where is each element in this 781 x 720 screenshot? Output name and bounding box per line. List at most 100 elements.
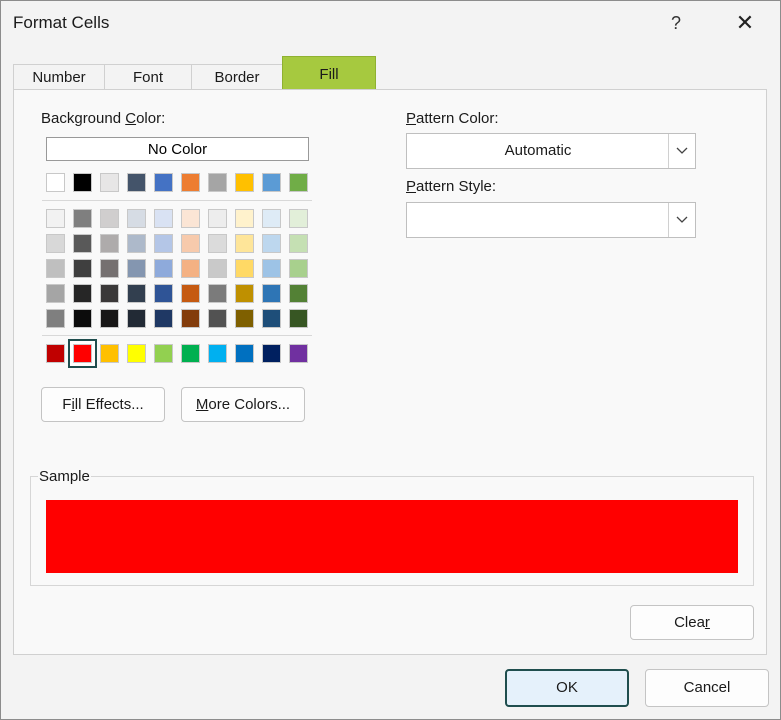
theme-shade-swatch[interactable] <box>181 209 200 228</box>
theme-color-swatch[interactable] <box>73 173 92 192</box>
theme-color-swatch[interactable] <box>208 173 227 192</box>
theme-shade-swatch[interactable] <box>127 284 146 303</box>
ok-button[interactable]: OK <box>505 669 629 707</box>
background-color-label: Background Color: <box>41 110 165 127</box>
theme-shade-swatch[interactable] <box>100 259 119 278</box>
sample-label: Sample <box>38 468 91 485</box>
theme-shade-swatch[interactable] <box>46 234 65 253</box>
theme-shade-swatch[interactable] <box>262 259 281 278</box>
standard-color-swatch[interactable] <box>181 344 200 363</box>
theme-shade-swatch[interactable] <box>181 309 200 328</box>
theme-shade-swatch[interactable] <box>100 309 119 328</box>
theme-color-swatch[interactable] <box>262 173 281 192</box>
format-cells-dialog: Format Cells ? ✕ Number Font Border Fill… <box>0 0 781 720</box>
theme-color-swatch[interactable] <box>289 173 308 192</box>
theme-shade-swatch[interactable] <box>235 259 254 278</box>
theme-shade-swatch[interactable] <box>289 234 308 253</box>
help-button[interactable]: ? <box>659 7 693 39</box>
theme-shade-swatch[interactable] <box>100 209 119 228</box>
pattern-color-dropdown[interactable]: Automatic <box>406 133 696 169</box>
theme-shade-swatch[interactable] <box>235 209 254 228</box>
pattern-color-value: Automatic <box>504 142 572 159</box>
standard-color-swatch[interactable] <box>235 344 254 363</box>
theme-color-swatch[interactable] <box>100 173 119 192</box>
theme-shade-swatch[interactable] <box>262 309 281 328</box>
theme-shade-swatch[interactable] <box>100 284 119 303</box>
theme-shade-swatch[interactable] <box>154 209 173 228</box>
theme-shade-swatch[interactable] <box>154 284 173 303</box>
theme-shade-swatch[interactable] <box>235 284 254 303</box>
theme-shade-swatch[interactable] <box>127 259 146 278</box>
theme-shade-swatch[interactable] <box>262 234 281 253</box>
theme-shade-swatch[interactable] <box>289 284 308 303</box>
background-color-label-post: olor: <box>136 110 166 127</box>
theme-shade-swatch[interactable] <box>289 209 308 228</box>
theme-shade-swatch[interactable] <box>154 309 173 328</box>
clear-label-mnemonic: r <box>704 614 710 631</box>
theme-shade-swatch[interactable] <box>73 234 92 253</box>
standard-color-swatch[interactable] <box>208 344 227 363</box>
more-colors-mnemonic: M <box>195 396 209 413</box>
theme-shade-swatch[interactable] <box>235 309 254 328</box>
pattern-style-dropdown[interactable] <box>406 202 696 238</box>
theme-shade-swatch[interactable] <box>181 259 200 278</box>
fill-effects-button[interactable]: Fill Effects... <box>41 387 165 422</box>
tab-number[interactable]: Number <box>13 64 105 90</box>
sample-preview <box>46 500 738 573</box>
theme-shade-swatch[interactable] <box>73 259 92 278</box>
cancel-button[interactable]: Cancel <box>645 669 769 707</box>
theme-shade-swatch[interactable] <box>46 284 65 303</box>
theme-shade-swatch[interactable] <box>181 234 200 253</box>
chevron-down-icon[interactable] <box>668 203 695 237</box>
theme-shade-swatch[interactable] <box>154 234 173 253</box>
theme-shade-swatch[interactable] <box>127 234 146 253</box>
clear-label-pre: Clea <box>674 614 705 631</box>
no-color-button[interactable]: No Color <box>46 137 309 161</box>
theme-shade-swatch[interactable] <box>154 259 173 278</box>
theme-shade-swatch[interactable] <box>235 234 254 253</box>
close-button[interactable]: ✕ <box>727 7 763 39</box>
theme-shade-swatch[interactable] <box>262 284 281 303</box>
pattern-style-label-rest: attern Style: <box>416 178 497 195</box>
theme-shade-swatch[interactable] <box>208 284 227 303</box>
tab-font[interactable]: Font <box>104 64 192 90</box>
theme-shade-swatch[interactable] <box>289 259 308 278</box>
standard-color-swatch[interactable] <box>73 344 92 363</box>
theme-color-swatch[interactable] <box>154 173 173 192</box>
theme-shade-swatch[interactable] <box>262 209 281 228</box>
theme-color-swatch[interactable] <box>127 173 146 192</box>
theme-shade-swatch[interactable] <box>46 209 65 228</box>
standard-color-swatch[interactable] <box>100 344 119 363</box>
theme-shade-swatch[interactable] <box>208 309 227 328</box>
theme-shade-swatch[interactable] <box>127 209 146 228</box>
theme-shade-swatch[interactable] <box>73 209 92 228</box>
theme-shade-swatch[interactable] <box>100 234 119 253</box>
theme-shade-swatch[interactable] <box>181 284 200 303</box>
pattern-style-label: Pattern Style: <box>406 178 496 195</box>
theme-shade-swatch[interactable] <box>208 234 227 253</box>
theme-shade-swatch[interactable] <box>208 259 227 278</box>
theme-color-swatch[interactable] <box>235 173 254 192</box>
theme-shade-swatch[interactable] <box>73 284 92 303</box>
standard-color-swatch[interactable] <box>127 344 146 363</box>
standard-color-swatch[interactable] <box>289 344 308 363</box>
dialog-title: Format Cells <box>13 13 110 32</box>
chevron-down-icon[interactable] <box>668 134 695 168</box>
standard-color-swatch[interactable] <box>154 344 173 363</box>
theme-shade-swatch[interactable] <box>289 309 308 328</box>
theme-shade-swatch[interactable] <box>46 309 65 328</box>
theme-shade-swatch[interactable] <box>73 309 92 328</box>
theme-color-swatch[interactable] <box>181 173 200 192</box>
standard-color-swatch[interactable] <box>262 344 281 363</box>
theme-shade-swatch[interactable] <box>46 259 65 278</box>
more-colors-button[interactable]: More Colors... <box>181 387 305 422</box>
tab-border[interactable]: Border <box>191 64 283 90</box>
fill-effects-post: ll Effects... <box>74 396 144 413</box>
theme-color-swatch[interactable] <box>46 173 65 192</box>
pattern-style-mnemonic: P <box>406 178 417 195</box>
clear-button[interactable]: Clear <box>630 605 754 640</box>
theme-shade-swatch[interactable] <box>208 209 227 228</box>
theme-shade-swatch[interactable] <box>127 309 146 328</box>
tab-fill[interactable]: Fill <box>282 56 376 90</box>
standard-color-swatch[interactable] <box>46 344 65 363</box>
